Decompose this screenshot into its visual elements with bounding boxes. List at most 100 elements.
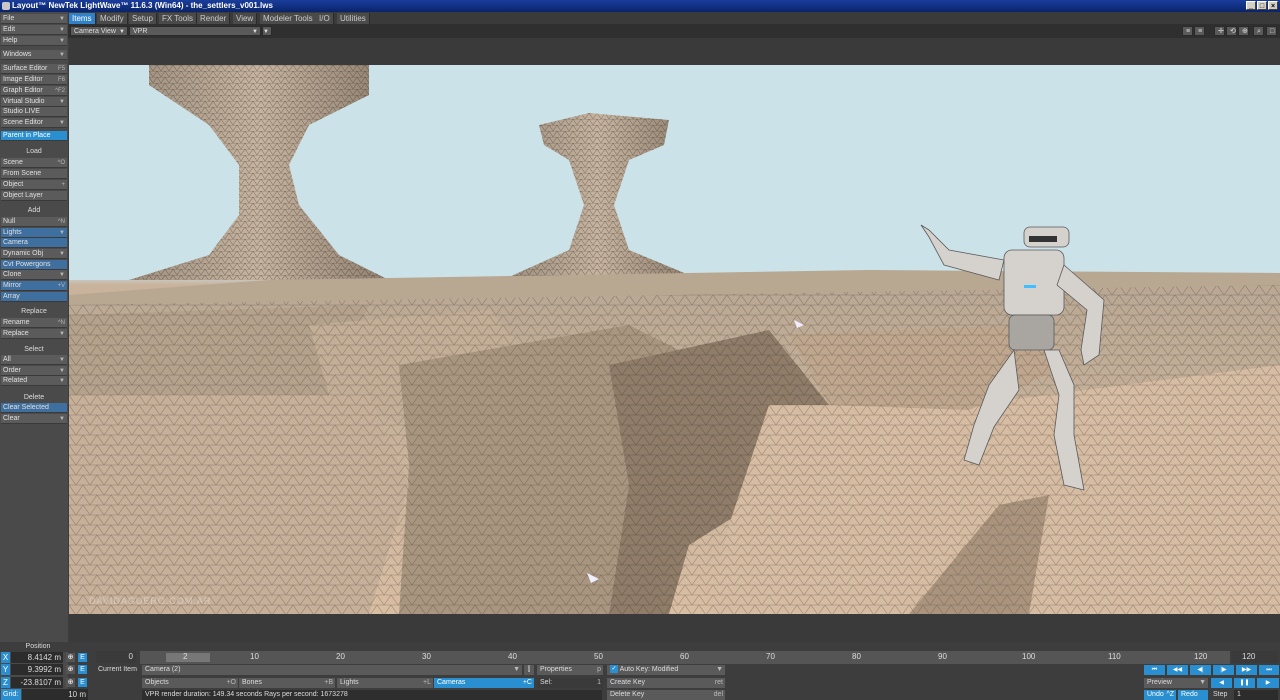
replace-menu[interactable]: Replace ▼	[1, 329, 67, 339]
tab-render[interactable]: Render	[197, 13, 231, 24]
viewport-layout-icon[interactable]: ≡	[1182, 26, 1193, 36]
link-icon[interactable]: ⊕	[66, 665, 75, 674]
maximize-button[interactable]: □	[1257, 1, 1267, 10]
link-icon[interactable]: ⊕	[66, 678, 75, 687]
graph-editor-button[interactable]: Graph Editor ^F2	[1, 86, 67, 96]
tab-view[interactable]: View	[233, 13, 258, 24]
position-z-field[interactable]: -23.8107 m	[11, 677, 63, 688]
create-key-button[interactable]: Create Key ret	[607, 678, 725, 688]
timeline-end-field[interactable]: 120	[1232, 651, 1278, 663]
select-order-menu[interactable]: Order ▼	[1, 366, 67, 376]
tab-io[interactable]: I/O	[316, 13, 334, 24]
close-button[interactable]: ×	[1268, 1, 1278, 10]
load-object-layer-button[interactable]: Object Layer	[1, 191, 67, 201]
shortcut-label: ^F2	[55, 88, 65, 94]
play-reverse-icon[interactable]: ◀	[1211, 678, 1232, 688]
viewport-options-button[interactable]: ▼	[262, 26, 272, 36]
cameras-button[interactable]: Cameras +C	[434, 678, 534, 688]
lights-button[interactable]: Lights +L	[337, 678, 433, 688]
next-key-icon[interactable]: ▶▶	[1236, 665, 1257, 675]
parent-in-place-toggle[interactable]: Parent in Place	[1, 131, 67, 141]
add-null-button[interactable]: Null ^N	[1, 217, 67, 227]
studio-live-button[interactable]: Studio LIVE	[1, 107, 67, 117]
last-frame-icon[interactable]: ⏭	[1259, 665, 1279, 675]
move-view-icon[interactable]: ✛	[1214, 26, 1225, 36]
envelope-x-button[interactable]: E	[78, 653, 87, 662]
rename-button[interactable]: Rename ^N	[1, 318, 67, 328]
sel-value: 1	[597, 679, 601, 686]
previous-key-icon[interactable]: ◀◀	[1167, 665, 1188, 675]
position-heading: Position	[0, 642, 76, 652]
timeline-start-field[interactable]: 0	[96, 651, 136, 663]
link-icon[interactable]: ⊕	[66, 653, 75, 662]
step-field[interactable]: 1	[1234, 690, 1278, 700]
shortcut-label: ^O	[57, 160, 65, 166]
timeline-scrubber[interactable]: 2 10 20 30 40 50 60 70 80 90 100 110 120	[140, 651, 1230, 664]
surface-editor-button[interactable]: Surface Editor F5	[1, 64, 67, 74]
load-scene-button[interactable]: Scene ^O	[1, 158, 67, 168]
image-editor-button[interactable]: Image Editor F6	[1, 75, 67, 85]
first-frame-icon[interactable]: ⏮	[1144, 665, 1165, 675]
minimize-button[interactable]: _	[1246, 1, 1256, 10]
tab-items[interactable]: Items	[69, 13, 96, 24]
cvt-powergons-button[interactable]: Cvt Powergons	[1, 260, 67, 270]
view-mode-label: Camera View	[74, 28, 116, 35]
render-mode-dropdown[interactable]: VPR ▼	[129, 26, 261, 36]
add-lights-menu[interactable]: Lights ▼	[1, 228, 67, 238]
grid-size-field[interactable]: 10 m	[22, 689, 88, 700]
delete-key-button[interactable]: Delete Key del	[607, 690, 725, 700]
next-frame-icon[interactable]: |▶	[1213, 665, 1234, 675]
pause-icon[interactable]: ❚❚	[1234, 678, 1255, 688]
search-icon[interactable]: ⌕	[1253, 26, 1264, 36]
preview-label: Preview	[1147, 679, 1172, 686]
select-order-label: Order	[3, 367, 21, 374]
add-camera-button[interactable]: Camera	[1, 238, 67, 248]
mirror-button[interactable]: Mirror +V	[1, 281, 67, 291]
tab-setup[interactable]: Setup	[129, 13, 157, 24]
array-button[interactable]: Array	[1, 292, 67, 302]
clear-selected-button[interactable]: Clear Selected	[1, 403, 67, 413]
virtual-studio-menu[interactable]: Virtual Studio ▼	[1, 97, 67, 107]
clone-menu[interactable]: Clone ▼	[1, 270, 67, 280]
view-mode-dropdown[interactable]: Camera View ▼	[70, 26, 128, 36]
windows-menu[interactable]: Windows ▼	[1, 50, 67, 60]
previous-frame-icon[interactable]: ◀|	[1190, 665, 1211, 675]
play-icon[interactable]: ▶	[1257, 678, 1279, 688]
viewport-layout-icon[interactable]: ≡	[1194, 26, 1205, 36]
position-y-field[interactable]: 9.3992 m	[11, 664, 63, 675]
auto-key-dropdown[interactable]: ✓ Auto Key: Modified ▼	[607, 665, 725, 675]
rotate-view-icon[interactable]: ⟲	[1226, 26, 1237, 36]
bones-button[interactable]: Bones +B	[239, 678, 335, 688]
envelope-z-button[interactable]: E	[78, 678, 87, 687]
current-item-dropdown[interactable]: Camera (2) ▼	[142, 665, 522, 675]
select-all-menu[interactable]: All ▼	[1, 355, 67, 365]
replace-label: Replace	[3, 330, 29, 337]
undo-button[interactable]: Undo ^Z	[1144, 690, 1176, 700]
load-object-button[interactable]: Object +	[1, 180, 67, 190]
objects-button[interactable]: Objects +O	[142, 678, 238, 688]
envelope-y-button[interactable]: E	[78, 665, 87, 674]
camera-viewport[interactable]: DAVIDAGUERO.COM.AR	[69, 65, 1280, 614]
zoom-view-icon[interactable]: ⊕	[1238, 26, 1249, 36]
file-menu[interactable]: File ▼	[1, 14, 67, 24]
scene-editor-menu[interactable]: Scene Editor ▼	[1, 118, 67, 128]
position-x-field[interactable]: 8.4142 m	[11, 652, 63, 663]
tab-modify[interactable]: Modify	[97, 13, 128, 24]
load-from-scene-button[interactable]: From Scene	[1, 169, 67, 179]
redo-button[interactable]: Redo	[1178, 690, 1208, 700]
tab-utilities[interactable]: Utilities	[337, 13, 370, 24]
help-menu[interactable]: Help ▼	[1, 36, 67, 46]
clear-menu[interactable]: Clear ▼	[1, 414, 67, 424]
item-info-icon[interactable]: ⫿	[524, 665, 534, 675]
select-related-menu[interactable]: Related ▼	[1, 376, 67, 386]
maximize-view-icon[interactable]: □	[1266, 26, 1277, 36]
add-dynamic-obj-menu[interactable]: Dynamic Obj ▼	[1, 249, 67, 259]
edit-menu[interactable]: Edit ▼	[1, 25, 67, 35]
properties-button[interactable]: Properties p	[537, 665, 603, 675]
shortcut-label: ^N	[57, 219, 65, 225]
timeline-slider-thumb[interactable]	[166, 653, 210, 662]
preview-dropdown[interactable]: Preview ▼	[1144, 678, 1208, 688]
tab-modeler-tools[interactable]: Modeler Tools	[260, 13, 317, 24]
scene-render	[69, 65, 1280, 614]
tab-fx-tools[interactable]: FX Tools	[159, 13, 197, 24]
